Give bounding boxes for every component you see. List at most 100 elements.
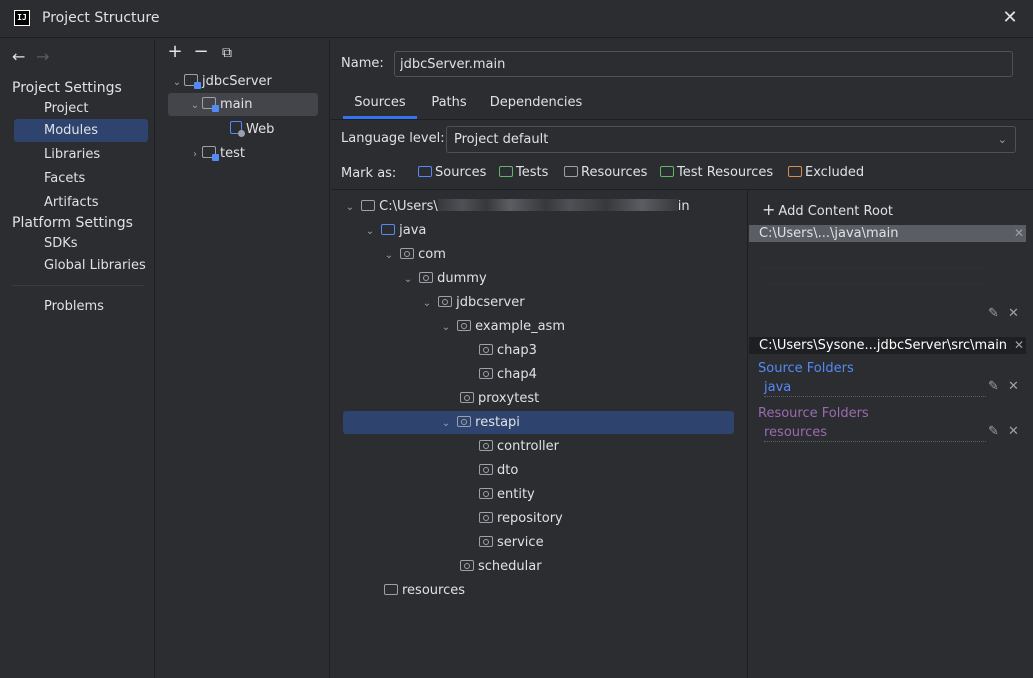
module-tree-web-facet[interactable]: Web xyxy=(230,118,274,141)
close-icon[interactable]: ✕ xyxy=(1008,379,1019,394)
mark-excluded-button[interactable]: Excluded xyxy=(788,165,864,180)
intellij-logo-icon: IJ xyxy=(14,10,30,26)
chevron-down-icon[interactable]: ⌄ xyxy=(439,316,453,339)
nav-item-global-libraries[interactable]: Global Libraries xyxy=(14,254,148,277)
package-icon xyxy=(457,416,472,427)
add-content-root-button[interactable]: + Add Content Root xyxy=(762,200,893,219)
nav-item-libraries[interactable]: Libraries xyxy=(14,143,148,166)
edit-icon[interactable]: ✎ xyxy=(988,306,999,321)
chevron-right-icon[interactable]: › xyxy=(188,143,202,166)
tree-row-resources[interactable]: resources xyxy=(384,579,465,602)
tree-row-controller[interactable]: controller xyxy=(479,435,559,458)
chevron-down-icon: ⌄ xyxy=(997,133,1007,146)
chevron-down-icon[interactable]: ⌄ xyxy=(382,244,396,267)
module-tree-test[interactable]: › test xyxy=(188,142,245,165)
module-name-input[interactable] xyxy=(394,51,1013,77)
test-folder-icon xyxy=(499,166,513,177)
edit-icon[interactable]: ✎ xyxy=(988,424,999,439)
content-root-header[interactable]: C:\Users\...\java\main ✕ xyxy=(749,225,1026,242)
close-icon[interactable]: ✕ xyxy=(1014,225,1024,242)
chevron-down-icon[interactable]: ⌄ xyxy=(439,412,453,435)
tree-row-repository[interactable]: repository xyxy=(479,507,563,530)
content-roots-panel: + Add Content Root C:\Users\...\java\main… xyxy=(747,190,1033,678)
tree-row-com[interactable]: ⌄ com xyxy=(382,243,446,266)
remove-icon[interactable]: − xyxy=(188,41,214,62)
folder-label: restapi xyxy=(475,415,520,430)
tree-row-dto[interactable]: dto xyxy=(479,459,518,482)
language-level-select[interactable]: Project default ⌄ xyxy=(446,126,1016,153)
package-icon xyxy=(419,272,434,283)
resource-folder-row[interactable]: resources xyxy=(764,425,986,442)
content-root-header[interactable]: C:\Users\Sysone...jdbcServer\src\main ✕ xyxy=(749,337,1026,354)
nav-item-modules[interactable]: Modules xyxy=(14,119,148,142)
resource-folder-icon xyxy=(384,584,398,595)
add-icon[interactable]: + xyxy=(162,41,188,62)
nav-item-problems[interactable]: Problems xyxy=(14,295,148,318)
copy-icon[interactable]: ⧉ xyxy=(214,45,240,61)
chevron-down-icon[interactable]: ⌄ xyxy=(401,268,415,291)
folder-label: dto xyxy=(497,463,519,478)
platform-settings-heading: Platform Settings xyxy=(12,215,133,231)
mark-sources-button[interactable]: Sources xyxy=(418,165,486,180)
folder-label: dummy xyxy=(437,271,487,286)
folder-label: jdbcserver xyxy=(456,295,525,310)
source-folder-row[interactable]: java xyxy=(764,380,986,397)
modules-pane: + − ⧉ ⌄ jdbcServer ⌄ main Web › test xyxy=(156,39,330,678)
name-label: Name: xyxy=(341,56,384,71)
module-tree-jdbcserver[interactable]: ⌄ jdbcServer xyxy=(170,70,272,93)
nav-item-facets[interactable]: Facets xyxy=(14,167,148,190)
edit-icon[interactable]: ✎ xyxy=(988,379,999,394)
source-folder-icon xyxy=(381,224,396,235)
redacted-path xyxy=(437,199,678,211)
tree-row-service[interactable]: service xyxy=(479,531,544,554)
close-icon[interactable]: ✕ xyxy=(1008,424,1019,439)
tree-row-java[interactable]: ⌄ java xyxy=(363,219,427,243)
chevron-down-icon[interactable]: ⌄ xyxy=(343,196,357,219)
tree-row-schedular[interactable]: schedular xyxy=(460,555,542,578)
history-nav: ← → xyxy=(12,47,60,66)
tree-row-restapi[interactable]: ⌄ restapi xyxy=(343,411,734,434)
folder-label: chap3 xyxy=(497,343,537,358)
nav-item-project[interactable]: Project xyxy=(14,97,148,120)
chevron-down-icon[interactable]: ⌄ xyxy=(363,220,377,243)
folder-label: schedular xyxy=(478,559,542,574)
tab-dependencies[interactable]: Dependencies xyxy=(489,95,583,119)
close-icon[interactable]: ✕ xyxy=(1008,306,1019,321)
tab-paths[interactable]: Paths xyxy=(429,95,469,119)
module-icon xyxy=(202,146,219,161)
folder-label: service xyxy=(497,535,544,550)
source-folders-heading: Source Folders xyxy=(758,361,854,376)
module-tree-main[interactable]: ⌄ main xyxy=(168,93,318,116)
close-icon[interactable]: ✕ xyxy=(1002,9,1018,27)
mark-test-resources-button[interactable]: Test Resources xyxy=(660,165,773,180)
folder-label: proxytest xyxy=(478,391,540,406)
tree-row-jdbcserver[interactable]: ⌄ jdbcserver xyxy=(420,291,525,314)
arrow-right-icon[interactable]: → xyxy=(36,47,60,66)
arrow-left-icon[interactable]: ← xyxy=(12,47,36,66)
faded-row xyxy=(764,268,986,285)
tree-row-content-root[interactable]: ⌄ C:\Users\ in xyxy=(343,195,690,218)
content-root-path: C:\Users\Sysone...jdbcServer\src\main xyxy=(759,338,1008,353)
chevron-down-icon[interactable]: ⌄ xyxy=(420,292,434,315)
tree-row-dummy[interactable]: ⌄ dummy xyxy=(401,267,487,290)
chevron-down-icon[interactable]: ⌄ xyxy=(188,94,202,117)
folder-label: resources xyxy=(402,583,466,598)
tree-row-entity[interactable]: entity xyxy=(479,483,535,506)
chevron-down-icon[interactable]: ⌄ xyxy=(170,71,184,94)
tree-row-example-asm[interactable]: ⌄ example_asm xyxy=(439,315,565,338)
nav-item-sdks[interactable]: SDKs xyxy=(14,232,148,255)
package-icon xyxy=(479,488,493,499)
title-bar: IJ Project Structure ✕ xyxy=(0,0,1033,38)
nav-item-artifacts[interactable]: Artifacts xyxy=(14,191,148,214)
mark-tests-button[interactable]: Tests xyxy=(499,165,548,180)
mark-resources-button[interactable]: Resources xyxy=(564,165,647,180)
tree-row-chap4[interactable]: chap4 xyxy=(479,363,537,386)
close-icon[interactable]: ✕ xyxy=(1014,337,1024,354)
tree-row-proxytest[interactable]: proxytest xyxy=(460,387,539,410)
tab-sources[interactable]: Sources xyxy=(343,95,417,119)
folder-label: java xyxy=(399,223,427,238)
package-icon xyxy=(400,248,415,259)
tree-row-chap3[interactable]: chap3 xyxy=(479,339,537,362)
package-icon xyxy=(479,368,493,379)
package-icon xyxy=(479,464,493,475)
